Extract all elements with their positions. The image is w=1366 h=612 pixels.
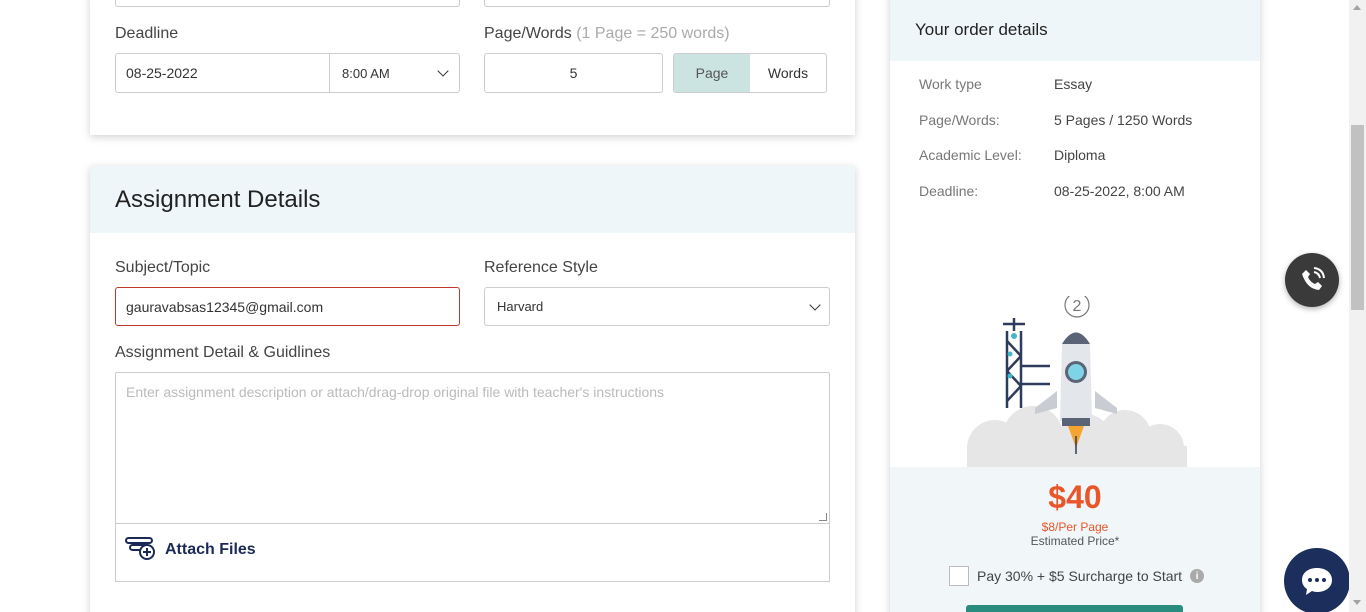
deadline-time-select[interactable]: 8:00 AM	[329, 53, 460, 93]
previous-field-bottom	[115, 0, 460, 7]
surcharge-label: Pay 30% + $5 Surcharge to Start	[977, 568, 1183, 584]
rocket-illustration: 2	[967, 296, 1187, 468]
deadline-date-value: 08-25-2022	[126, 65, 198, 81]
assignment-header: Assignment Details	[90, 166, 855, 233]
scroll-thumb[interactable]	[1351, 125, 1364, 310]
toggle-page-button[interactable]: Page	[674, 54, 750, 92]
chat-icon	[1302, 568, 1332, 595]
assignment-details-card: Assignment Details Subject/Topic gaurava…	[90, 166, 855, 612]
price-per-page: $8/Per Page	[1041, 520, 1109, 534]
page-words-hint: (1 Page = 250 words)	[576, 25, 730, 42]
detail-value: 5 Pages / 1250 Words	[1054, 111, 1193, 128]
page-words-toggle: Page Words	[673, 53, 827, 93]
detail-value: 08-25-2022, 8:00 AM	[1054, 182, 1185, 199]
detail-key: Page/Words:	[919, 111, 1000, 128]
info-icon[interactable]: i	[1190, 569, 1205, 583]
order-summary-header: Your order details	[890, 0, 1260, 61]
scroll-up-arrow[interactable]	[1353, 5, 1361, 10]
attach-files-icon	[125, 534, 157, 565]
toggle-words-button[interactable]: Words	[750, 54, 826, 92]
chat-button[interactable]	[1284, 548, 1350, 612]
order-basics-card: Deadline 08-25-2022 8:00 AM Page/Words (…	[90, 0, 855, 135]
page-count-value: 5	[569, 65, 578, 81]
resize-handle[interactable]	[819, 513, 827, 521]
previous-field-bottom	[484, 0, 830, 7]
page-words-label-text: Page/Words	[484, 25, 572, 42]
detail-key: Work type	[919, 76, 982, 92]
surcharge-option: Pay 30% + $5 Surcharge to Start i	[949, 566, 1205, 586]
page-words-label: Page/Words (1 Page = 250 words)	[484, 25, 730, 43]
order-summary-panel: Your order details Work type Essay Page/…	[890, 0, 1260, 612]
step-number: 2	[1073, 298, 1082, 315]
deadline-label: Deadline	[115, 25, 179, 42]
detail-row-work-type: Work type Essay	[919, 76, 1239, 112]
subject-input[interactable]: gauravabsas12345@gmail.com	[115, 287, 460, 326]
deadline-date-input[interactable]: 08-25-2022	[115, 53, 330, 93]
price-estimated-label: Estimated Price*	[1030, 534, 1120, 548]
order-summary-title: Your order details	[915, 20, 1048, 39]
phone-call-button[interactable]	[1285, 253, 1339, 307]
detail-row-academic-level: Academic Level: Diploma	[919, 147, 1239, 183]
detail-label: Assignment Detail & Guidlines	[115, 344, 331, 361]
detail-row-deadline: Deadline: 08-25-2022, 8:00 AM	[919, 183, 1239, 219]
detail-key: Deadline:	[919, 182, 979, 199]
order-details-list: Work type Essay Page/Words: 5 Pages / 12…	[919, 76, 1239, 218]
detail-row-page-words: Page/Words: 5 Pages / 1250 Words	[919, 112, 1239, 148]
subject-value: gauravabsas12345@gmail.com	[126, 298, 324, 315]
detail-key: Academic Level:	[919, 147, 1022, 163]
surcharge-checkbox[interactable]	[949, 566, 969, 586]
order-submit-button[interactable]	[966, 605, 1183, 612]
assignment-title: Assignment Details	[115, 186, 321, 213]
detail-value: Essay	[1054, 76, 1093, 92]
reference-style-value: Harvard	[497, 299, 544, 314]
subject-label: Subject/Topic	[115, 259, 211, 276]
attach-files-button[interactable]: Attach Files	[125, 534, 256, 565]
scroll-down-arrow[interactable]	[1353, 600, 1361, 605]
chevron-down-icon	[809, 298, 821, 311]
detail-placeholder: Enter assignment description or attach/d…	[126, 384, 665, 400]
deadline-time-value: 8:00 AM	[342, 65, 390, 81]
price-total: $40	[1048, 479, 1102, 515]
reference-style-label: Reference Style	[484, 259, 598, 276]
detail-textarea[interactable]: Enter assignment description or attach/d…	[115, 372, 830, 524]
attach-files-label: Attach Files	[165, 540, 256, 558]
page: Deadline 08-25-2022 8:00 AM Page/Words (…	[0, 0, 1366, 612]
phone-icon	[1302, 267, 1325, 290]
page-scrollbar[interactable]	[1349, 0, 1366, 612]
detail-value: Diploma	[1054, 147, 1106, 163]
reference-style-select[interactable]: Harvard	[484, 287, 830, 326]
chevron-down-icon	[437, 65, 449, 77]
page-count-input[interactable]: 5	[484, 53, 663, 93]
